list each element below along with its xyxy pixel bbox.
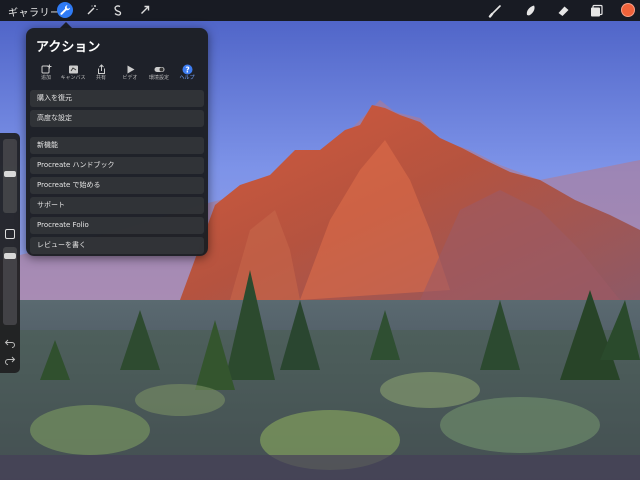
tab-label: 共有: [95, 75, 106, 81]
tab-canvas[interactable]: キャンバス: [59, 60, 87, 81]
toggle-icon: [154, 60, 165, 72]
share-icon: [96, 60, 107, 74]
layers-icon[interactable]: [589, 3, 604, 18]
brush-size-slider[interactable]: [3, 139, 17, 213]
brush-size-thumb[interactable]: [4, 171, 16, 177]
actions-panel: アクション 追加 キャンバス 共有 ビデオ 環境設定 ? ヘルプ 購入を復元 高…: [26, 28, 208, 256]
brush-icon[interactable]: [488, 3, 503, 18]
menu-item-support[interactable]: サポート: [30, 197, 204, 214]
canvas-icon: [68, 60, 79, 74]
tab-label: キャンバス: [60, 75, 86, 81]
tab-label: ヘルプ: [179, 75, 195, 81]
menu-item-handbook[interactable]: Procreate ハンドブック: [30, 157, 204, 174]
color-swatch-button[interactable]: [621, 3, 635, 17]
opacity-thumb[interactable]: [4, 253, 16, 259]
menu-item-advanced-settings[interactable]: 高度な設定: [30, 110, 204, 127]
panel-title: アクション: [36, 40, 101, 55]
actions-tabs: 追加 キャンバス 共有 ビデオ 環境設定 ? ヘルプ: [32, 60, 204, 82]
undo-icon[interactable]: [4, 338, 16, 348]
menu-item-folio[interactable]: Procreate Folio: [30, 217, 204, 234]
transform-arrow-icon[interactable]: [137, 2, 153, 18]
modify-button[interactable]: [5, 229, 15, 239]
tab-label: 環境設定: [148, 75, 169, 81]
gallery-button[interactable]: ギャラリー: [8, 4, 61, 19]
help-icon: ?: [182, 60, 193, 75]
tab-add[interactable]: 追加: [32, 60, 60, 81]
top-toolbar: ギャラリー: [0, 0, 640, 21]
tab-label: 追加: [40, 75, 51, 81]
tab-help[interactable]: ? ヘルプ: [173, 60, 201, 81]
tab-label: ビデオ: [122, 75, 138, 81]
menu-item-write-review[interactable]: レビューを書く: [30, 237, 204, 254]
tab-share[interactable]: 共有: [87, 60, 115, 81]
tab-video[interactable]: ビデオ: [116, 60, 144, 81]
add-image-icon: [41, 60, 52, 74]
wrench-icon[interactable]: [57, 2, 73, 18]
opacity-slider[interactable]: [3, 247, 17, 325]
magic-wand-icon[interactable]: [84, 2, 100, 18]
left-sidebar: [0, 133, 20, 373]
selection-icon[interactable]: [110, 2, 126, 18]
video-play-icon: [125, 60, 136, 74]
smudge-icon[interactable]: [523, 3, 538, 18]
tab-preferences[interactable]: 環境設定: [145, 60, 173, 81]
eraser-icon[interactable]: [556, 3, 571, 18]
menu-item-getting-started[interactable]: Procreate で始める: [30, 177, 204, 194]
menu-item-restore-purchase[interactable]: 購入を復元: [30, 90, 204, 107]
svg-text:?: ?: [185, 65, 189, 74]
menu-item-whats-new[interactable]: 新機能: [30, 137, 204, 154]
redo-icon[interactable]: [4, 355, 16, 365]
